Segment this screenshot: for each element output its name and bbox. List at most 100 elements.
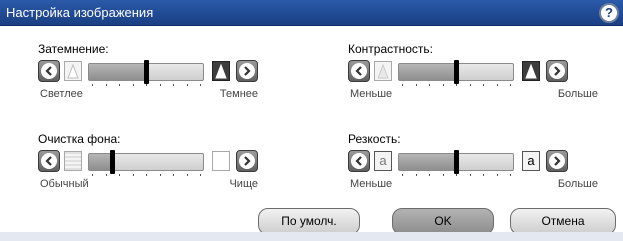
sharpness-slider[interactable] [398, 150, 514, 174]
background-decrease-button[interactable] [38, 150, 60, 172]
sharpness-control: Резкость: a a Меньше Больше [348, 132, 618, 196]
darkness-slider[interactable] [88, 60, 204, 84]
contrast-decrease-button[interactable] [348, 60, 370, 82]
default-button[interactable]: По умолч. [258, 208, 360, 235]
sharpness-decrease-button[interactable] [348, 150, 370, 172]
background-cleanup-control: Очистка фона: Обычный Чище [38, 132, 308, 196]
normal-background-icon [64, 151, 82, 171]
status-bar [0, 232, 623, 241]
tick-mark [496, 174, 498, 176]
tick-mark [173, 174, 174, 176]
background-cleanup-label: Очистка фона: [38, 132, 121, 146]
background-max-label: Чище [229, 178, 258, 190]
darkness-decrease-button[interactable] [38, 60, 60, 82]
image-settings-dialog: Настройка изображения ? Затемнение: Свет… [0, 0, 623, 241]
tick-mark [132, 174, 134, 176]
contrast-increase-button[interactable] [546, 60, 568, 82]
darkness-max-label: Темнее [219, 88, 258, 100]
darkness-increase-button[interactable] [236, 60, 258, 82]
high-contrast-icon [522, 61, 540, 81]
darkness-ticks [88, 84, 204, 87]
tick-mark [429, 174, 430, 176]
chevron-left-icon [351, 153, 367, 169]
background-min-label: Обычный [40, 178, 89, 190]
tick-mark [92, 174, 93, 176]
tick-mark [186, 84, 188, 86]
clean-background-icon [212, 151, 230, 171]
contrast-slider-fill [399, 64, 456, 80]
contrast-max-label: Больше [557, 88, 598, 100]
tick-mark [146, 84, 147, 86]
tick-mark [132, 84, 134, 86]
tick-mark [442, 174, 444, 176]
tick-mark [105, 84, 107, 86]
chevron-left-icon [41, 153, 57, 169]
tick-mark [442, 84, 444, 86]
tick-mark [159, 84, 161, 86]
sharpness-ticks [398, 174, 514, 177]
tick-mark [402, 84, 403, 86]
dark-image-icon [212, 61, 230, 81]
tick-mark [159, 174, 161, 176]
tick-mark [92, 84, 93, 86]
contrast-ticks [398, 84, 514, 87]
chevron-right-icon [239, 63, 255, 79]
tick-mark [105, 174, 107, 176]
contrast-label: Контрастность: [348, 42, 434, 56]
tick-mark [469, 84, 471, 86]
chevron-right-icon [549, 153, 565, 169]
soft-letter-icon: a [374, 151, 392, 171]
tick-mark [469, 174, 471, 176]
contrast-control: Контрастность: Меньше Больше [348, 42, 618, 106]
tick-mark [173, 84, 174, 86]
tick-mark [415, 174, 417, 176]
contrast-min-label: Меньше [350, 88, 393, 100]
tick-mark [510, 84, 511, 86]
tick-mark [146, 174, 147, 176]
tick-mark [456, 84, 457, 86]
tick-mark [402, 174, 403, 176]
contrast-slider-thumb[interactable] [454, 60, 459, 84]
darkness-min-label: Светлее [40, 88, 83, 100]
sharpness-max-label: Больше [557, 178, 598, 190]
background-cleanup-slider-fill [89, 154, 112, 170]
title-bar: Настройка изображения ? [0, 0, 623, 26]
tick-mark [200, 174, 201, 176]
background-increase-button[interactable] [236, 150, 258, 172]
tick-mark [483, 84, 484, 86]
tick-mark [415, 84, 417, 86]
sharpness-increase-button[interactable] [546, 150, 568, 172]
contrast-slider[interactable] [398, 60, 514, 84]
tick-mark [510, 174, 511, 176]
chevron-left-icon [351, 63, 367, 79]
settings-panel: Затемнение: Светлее Темнее Контрастность… [8, 28, 620, 231]
darkness-slider-fill [89, 64, 146, 80]
tick-mark [200, 84, 201, 86]
sharpness-slider-fill [399, 154, 456, 170]
tick-mark [496, 84, 498, 86]
tick-mark [119, 84, 120, 86]
tick-mark [186, 174, 188, 176]
background-ticks [88, 174, 204, 177]
sharpness-label: Резкость: [348, 132, 401, 146]
cancel-button[interactable]: Отмена [510, 208, 616, 235]
darkness-label: Затемнение: [38, 42, 109, 56]
help-button[interactable]: ? [599, 3, 619, 23]
low-contrast-icon [374, 61, 392, 81]
sharpness-min-label: Меньше [350, 178, 393, 190]
chevron-right-icon [549, 63, 565, 79]
sharpness-slider-thumb[interactable] [454, 150, 459, 174]
darkness-slider-thumb[interactable] [144, 60, 149, 84]
tick-mark [483, 174, 484, 176]
sharp-letter-icon: a [522, 151, 540, 171]
chevron-left-icon [41, 63, 57, 79]
darkness-control: Затемнение: Светлее Темнее [38, 42, 308, 106]
background-cleanup-slider[interactable] [88, 150, 204, 174]
dialog-title: Настройка изображения [6, 5, 154, 20]
tick-mark [456, 174, 457, 176]
chevron-right-icon [239, 153, 255, 169]
light-image-icon [64, 61, 82, 81]
ok-button[interactable]: OK [392, 208, 494, 235]
tick-mark [429, 84, 430, 86]
background-cleanup-slider-thumb[interactable] [109, 150, 115, 174]
